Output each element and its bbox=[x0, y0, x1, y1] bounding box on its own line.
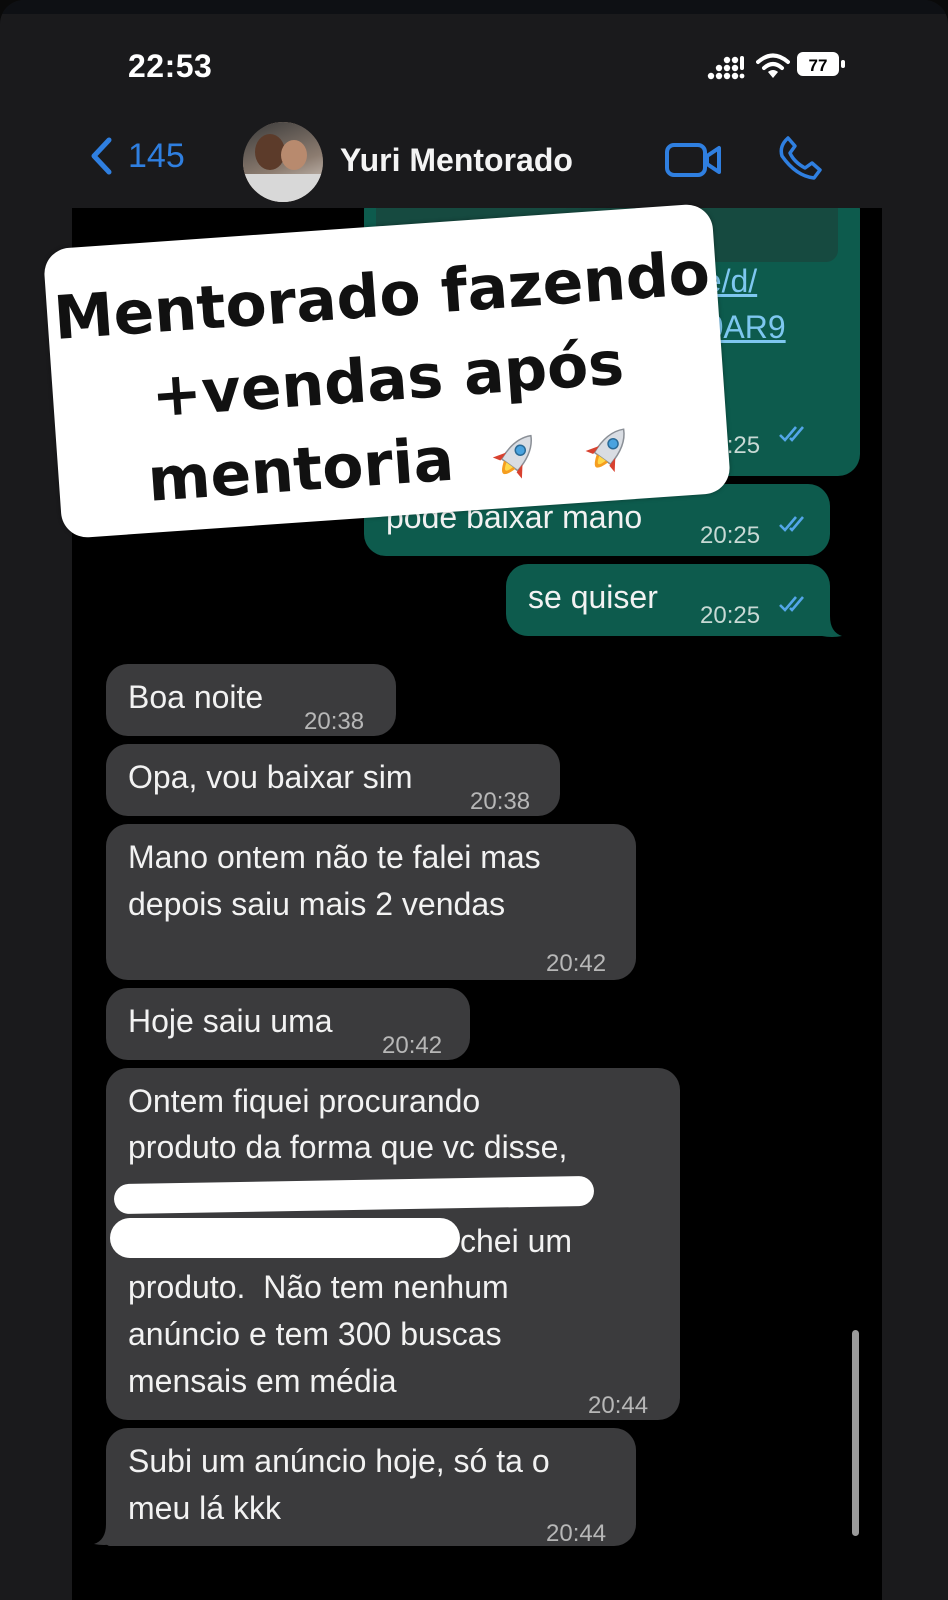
battery-icon: 77 bbox=[796, 50, 846, 78]
unread-count: 145 bbox=[128, 136, 185, 175]
message-time: 20:25 bbox=[700, 522, 761, 549]
bubble-tail bbox=[94, 1524, 114, 1545]
message-time: 20:38 bbox=[470, 788, 531, 815]
message-bubble-in[interactable]: Opa, vou baixar sim 20:38 bbox=[106, 744, 560, 816]
read-ticks-icon bbox=[779, 596, 804, 612]
phone-screen: 22:53 77 145 Yuri Mentorado nJ_0AR9 20:2… bbox=[0, 0, 948, 1600]
chat-header: 145 Yuri Mentorado bbox=[0, 108, 948, 208]
message-bubble-out[interactable]: se quiser 20:25 bbox=[506, 564, 830, 636]
message-time: 20:42 bbox=[546, 950, 607, 977]
caption-sticker: Mentorado fazendo +vendas após mentoria bbox=[42, 202, 732, 540]
message-time: 20:44 bbox=[588, 1392, 649, 1419]
read-ticks-icon bbox=[779, 516, 804, 532]
message-bubble-in[interactable]: Boa noite 20:38 bbox=[106, 664, 396, 736]
status-time: 22:53 bbox=[128, 48, 213, 84]
phone-call-icon[interactable] bbox=[776, 134, 824, 182]
avatar[interactable] bbox=[243, 122, 323, 202]
redaction-mark bbox=[110, 1218, 460, 1258]
message-text-line-4: chei um bbox=[460, 1223, 573, 1259]
message-time: 20:25 bbox=[700, 602, 761, 629]
signal-icon bbox=[707, 56, 745, 80]
message-bubble-in[interactable]: Hoje saiu uma 20:42 bbox=[106, 988, 470, 1060]
message-text: Mano ontem não te falei mas depois saiu … bbox=[128, 839, 541, 922]
caption-line-3: mentoria bbox=[145, 424, 457, 516]
rocket-icon bbox=[585, 428, 625, 473]
bubble-tail bbox=[822, 616, 842, 637]
scrollbar[interactable] bbox=[852, 1330, 859, 1536]
message-text: Boa noite bbox=[128, 679, 264, 715]
message-text: se quiser bbox=[528, 579, 658, 615]
message-text: Subi um anúncio hoje, só ta o meu lá kkk bbox=[128, 1443, 550, 1526]
message-bubble-in[interactable]: Ontem fiquei procurando produto da forma… bbox=[106, 1068, 680, 1420]
read-ticks-icon bbox=[779, 426, 804, 442]
message-bubble-in[interactable]: Subi um anúncio hoje, só ta o meu lá kkk… bbox=[106, 1428, 636, 1547]
message-text-rest: produto. Não tem nenhum anúncio e tem 30… bbox=[128, 1269, 509, 1399]
message-text-line-1: Ontem fiquei procurando bbox=[128, 1083, 481, 1119]
message-text: Opa, vou baixar sim bbox=[128, 759, 413, 795]
chevron-left-icon bbox=[91, 137, 112, 175]
redaction-mark bbox=[113, 1175, 595, 1215]
battery-level: 77 bbox=[809, 56, 828, 75]
contact-name[interactable]: Yuri Mentorado bbox=[340, 142, 573, 179]
status-bar: 22:53 77 bbox=[0, 30, 948, 100]
message-text-line-2: produto da forma que vc disse, bbox=[128, 1129, 568, 1165]
message-time: 20:42 bbox=[382, 1032, 443, 1059]
wifi-icon bbox=[756, 53, 790, 78]
rocket-icon bbox=[493, 435, 533, 480]
back-button[interactable]: 145 bbox=[88, 136, 185, 176]
video-call-icon[interactable] bbox=[664, 140, 724, 180]
message-bubble-in[interactable]: Mano ontem não te falei mas depois saiu … bbox=[106, 824, 636, 980]
phone-frame bbox=[0, 0, 948, 14]
message-text: Hoje saiu uma bbox=[128, 1003, 333, 1039]
message-time: 20:44 bbox=[546, 1520, 607, 1547]
message-time: 20:38 bbox=[304, 708, 365, 735]
